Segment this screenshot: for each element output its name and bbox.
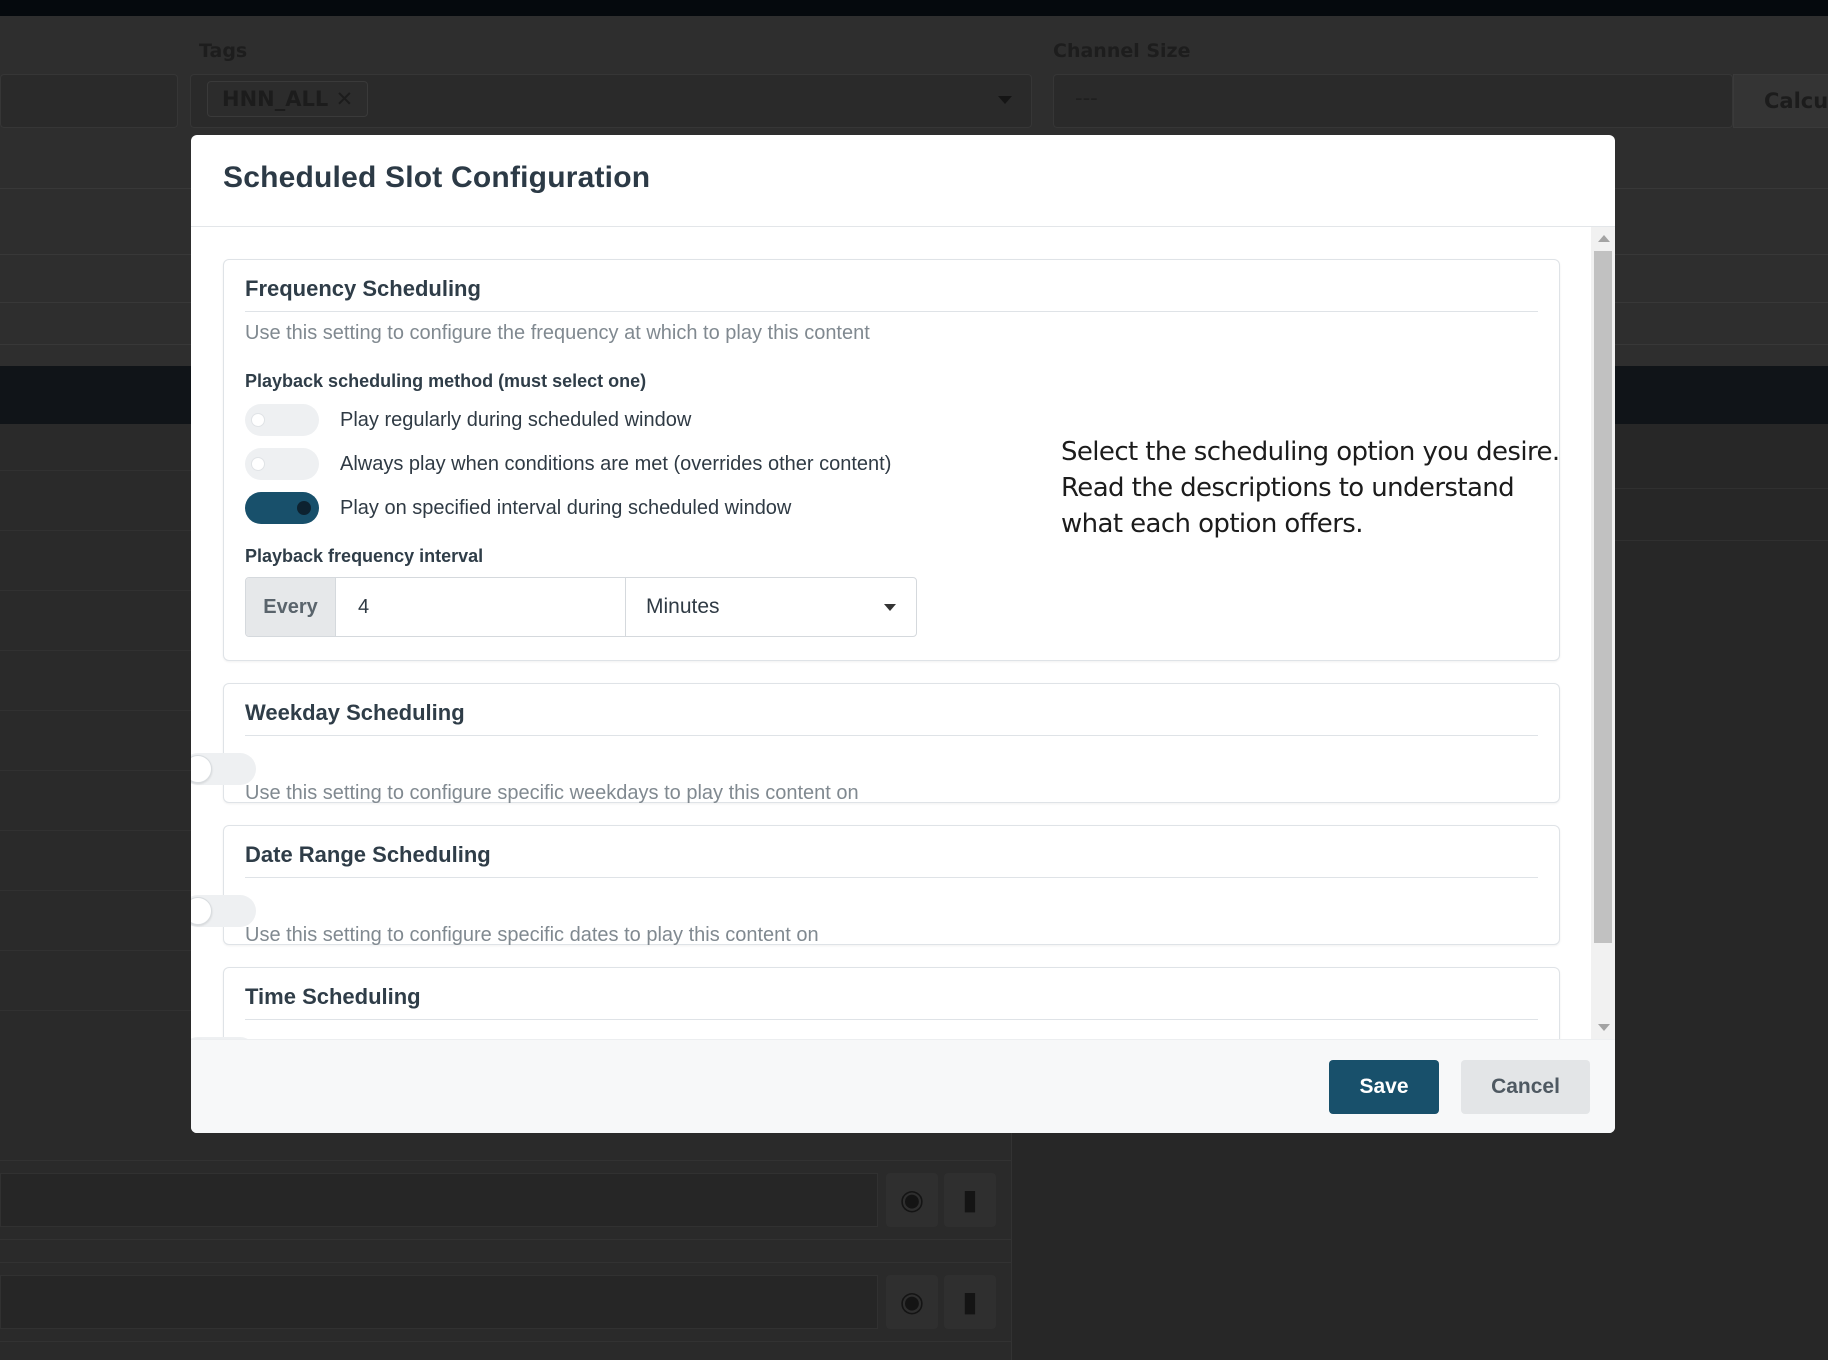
- tag-chip[interactable]: HNN_ALL ✕: [207, 81, 369, 117]
- weekday-scheduling-description: Use this setting to configure specific w…: [245, 782, 859, 804]
- frequency-scheduling-description: Use this setting to configure the freque…: [245, 322, 870, 344]
- list-item: ◉ ▮: [0, 1160, 1012, 1240]
- modal-footer: Save Cancel: [191, 1039, 1615, 1133]
- scroll-down-arrow-icon[interactable]: [1598, 1024, 1610, 1031]
- modal-title: Scheduled Slot Configuration: [223, 161, 651, 194]
- interval-prefix: Every: [246, 578, 336, 636]
- list-item-field: [0, 1275, 878, 1329]
- modal-header: Scheduled Slot Configuration: [191, 135, 1615, 227]
- remove-tag-icon[interactable]: ✕: [336, 87, 354, 111]
- option-label: Play regularly during scheduled window: [340, 408, 692, 431]
- background-input-field[interactable]: [0, 74, 178, 128]
- play-interval-toggle[interactable]: [245, 492, 319, 524]
- tags-label: Tags: [199, 40, 248, 62]
- channel-size-label: Channel Size: [1053, 40, 1191, 62]
- weekday-scheduling-card: Weekday Scheduling Use this setting to c…: [191, 683, 1560, 804]
- toggle-knob: [191, 897, 212, 925]
- channel-size-field: [1053, 74, 1733, 128]
- list-item-field: [0, 1173, 878, 1227]
- toggle-knob: [252, 414, 264, 426]
- eye-icon[interactable]: ◉: [886, 1275, 938, 1329]
- trash-icon[interactable]: ▮: [944, 1275, 996, 1329]
- scrollbar-thumb[interactable]: [1594, 251, 1612, 943]
- time-scheduling-title: Time Scheduling: [245, 968, 1538, 1020]
- save-button[interactable]: Save: [1329, 1060, 1439, 1114]
- frequency-scheduling-card: Frequency Scheduling Use this setting to…: [223, 259, 1560, 661]
- option-label: Play on specified interval during schedu…: [340, 496, 792, 519]
- list-item: ◉ ▮: [0, 1262, 1012, 1342]
- app-top-bar: [0, 0, 1828, 16]
- interval-unit-select[interactable]: Minutes: [626, 578, 916, 636]
- trash-icon[interactable]: ▮: [944, 1173, 996, 1227]
- interval-input-group: Every Minutes: [245, 577, 917, 637]
- tags-dropdown-caret-icon[interactable]: [998, 96, 1012, 104]
- date-range-scheduling-description: Use this setting to configure specific d…: [245, 924, 819, 946]
- date-range-scheduling-toggle[interactable]: [191, 895, 256, 927]
- date-range-scheduling-title: Date Range Scheduling: [245, 826, 1538, 878]
- calculate-button[interactable]: Calcul: [1733, 74, 1828, 128]
- toggle-knob: [297, 501, 311, 515]
- weekday-scheduling-title: Weekday Scheduling: [245, 684, 1538, 736]
- toggle-knob: [252, 458, 264, 470]
- chevron-down-icon: [884, 603, 896, 611]
- cancel-button[interactable]: Cancel: [1461, 1060, 1590, 1114]
- toggle-knob: [191, 755, 212, 783]
- option-label: Always play when conditions are met (ove…: [340, 452, 892, 475]
- scheduling-hint: Select the scheduling option you desire.…: [1061, 437, 1560, 539]
- channel-size-value: ---: [1075, 86, 1098, 110]
- frequency-scheduling-title: Frequency Scheduling: [245, 260, 1538, 312]
- modal-scrollbar[interactable]: [1591, 227, 1615, 1039]
- date-range-scheduling-card: Date Range Scheduling Use this setting t…: [191, 825, 1560, 946]
- scheduled-slot-modal: Scheduled Slot Configuration Frequency S…: [191, 135, 1615, 1133]
- always-play-toggle[interactable]: [245, 448, 319, 480]
- option-play-regularly: Play regularly during scheduled window: [245, 404, 1538, 436]
- time-scheduling-card: Time Scheduling: [191, 967, 1560, 1039]
- interval-unit-value: Minutes: [646, 595, 720, 618]
- playback-method-label: Playback scheduling method (must select …: [245, 371, 647, 391]
- modal-body[interactable]: Frequency Scheduling Use this setting to…: [191, 227, 1615, 1039]
- scroll-up-arrow-icon[interactable]: [1598, 235, 1610, 242]
- weekday-scheduling-toggle[interactable]: [191, 753, 256, 785]
- play-regularly-toggle[interactable]: [245, 404, 319, 436]
- interval-value-input[interactable]: [336, 578, 626, 636]
- playback-interval-label: Playback frequency interval: [245, 546, 484, 566]
- eye-icon[interactable]: ◉: [886, 1173, 938, 1227]
